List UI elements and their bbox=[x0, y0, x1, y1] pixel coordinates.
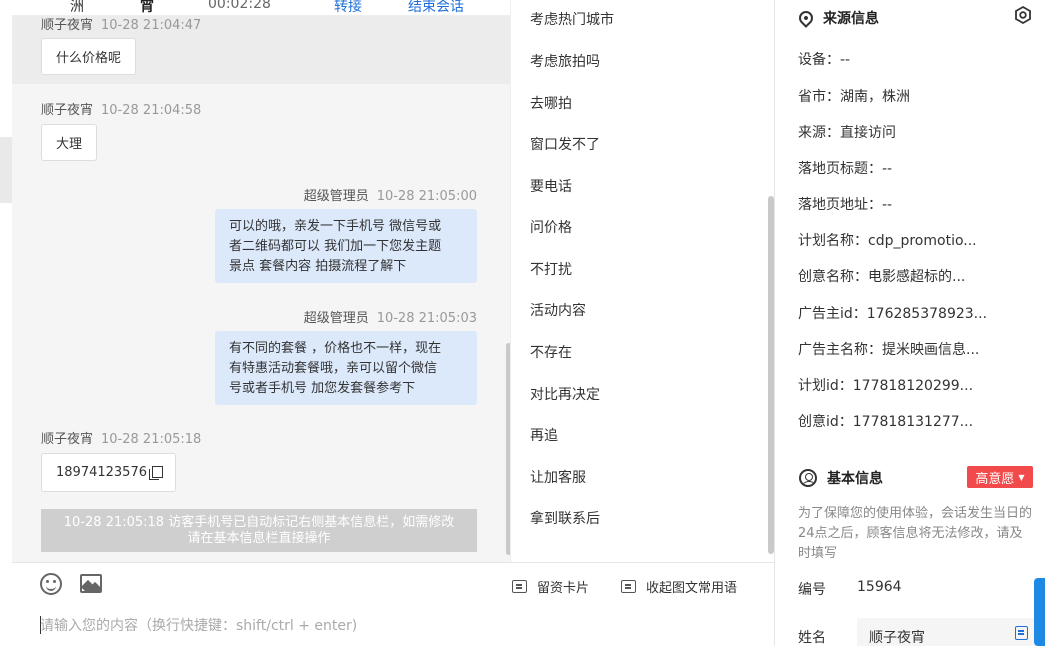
message-meta: 顺子夜宵 10-28 21:04:47 bbox=[41, 14, 201, 33]
floating-side-tab[interactable] bbox=[1034, 578, 1045, 646]
sender-name: 顺子夜宵 bbox=[41, 103, 94, 118]
quick-reply-item[interactable]: 对比再决定 bbox=[530, 384, 600, 404]
chat-panel: 洲 宵 00:02:28 转接 结束会话 顺子夜宵 10-28 21:04:47 … bbox=[12, 0, 510, 562]
left-edge-strip bbox=[0, 0, 12, 646]
message-line: 号或者手机号 加您发套餐参考下 bbox=[229, 381, 416, 396]
session-duration: 00:02:28 bbox=[208, 0, 271, 12]
info-row-plan-id: 计划id：177818120299... bbox=[798, 378, 974, 394]
message-line: 有不同的套餐 ，价格也不一样，现在 bbox=[229, 341, 442, 356]
sender-name: 超级管理员 bbox=[303, 311, 369, 326]
sender-name: 顺子夜宵 bbox=[41, 18, 94, 33]
quick-reply-item[interactable]: 不存在 bbox=[530, 342, 572, 362]
agent-message-bubble: 可以的哦，亲发一下手机号 微信号或 者二维码都可以 我们加一下您发主题 景点 套… bbox=[215, 209, 477, 283]
lead-card-label: 留资卡片 bbox=[537, 581, 590, 596]
copy-icon[interactable] bbox=[148, 466, 163, 480]
user-icon bbox=[799, 469, 817, 487]
text-caret bbox=[40, 616, 41, 634]
id-label: 编号 bbox=[798, 582, 826, 598]
name-field[interactable]: 顺子夜宵 bbox=[857, 618, 1037, 646]
quick-reply-item[interactable]: 去哪拍 bbox=[530, 93, 572, 113]
message-line: 有特惠活动套餐哦，亲可以留个微信 bbox=[229, 361, 438, 376]
quick-reply-item[interactable]: 问价格 bbox=[530, 217, 572, 237]
info-row-advertiser-name: 广告主名称：提米映画信息... bbox=[798, 342, 980, 358]
info-row-creative-name: 创意名称：电影感超标的... bbox=[798, 269, 966, 285]
card-icon bbox=[621, 580, 636, 593]
collapse-phrases-label: 收起图文常用语 bbox=[646, 581, 738, 596]
id-value: 15964 bbox=[857, 579, 902, 595]
emoji-icon[interactable] bbox=[40, 573, 62, 595]
section-title-text: 来源信息 bbox=[823, 11, 879, 27]
customer-info-panel: 来源信息 设备：-- 省市：湖南，株洲 来源：直接访问 落地页标题：-- 落地页… bbox=[774, 0, 1045, 646]
quick-reply-item[interactable]: 考虑热门城市 bbox=[530, 9, 614, 29]
info-row-region: 省市：湖南，株洲 bbox=[798, 89, 910, 105]
quick-reply-item[interactable]: 再追 bbox=[530, 425, 558, 445]
session-list-selection[interactable] bbox=[0, 137, 12, 203]
visitor-message-bubble: 大理 bbox=[41, 124, 98, 161]
basic-info-title: 基本信息 bbox=[799, 468, 883, 488]
info-row-advertiser-id: 广告主id：176285378923... bbox=[798, 306, 988, 322]
sender-name: 超级管理员 bbox=[303, 189, 369, 204]
quick-reply-list: 考虑热门城市 考虑旅拍吗 去哪拍 窗口发不了 要电话 问价格 不打扰 活动内容 … bbox=[510, 0, 774, 562]
card-icon bbox=[512, 580, 527, 593]
message-meta: 顺子夜宵 10-28 21:04:58 bbox=[41, 99, 201, 118]
message-composer: 留资卡片 收起图文常用语 bbox=[12, 562, 774, 646]
system-notice-line: 请在基本信息栏直接操作 bbox=[187, 531, 331, 546]
info-row-device: 设备：-- bbox=[798, 52, 851, 68]
collapse-phrases-button[interactable]: 收起图文常用语 bbox=[621, 577, 737, 596]
chat-workspace: 洲 宵 00:02:28 转接 结束会话 顺子夜宵 10-28 21:04:47 … bbox=[0, 0, 1045, 646]
quick-reply-item[interactable]: 考虑旅拍吗 bbox=[530, 51, 600, 71]
system-notice-line: 10-28 21:05:18 访客手机号已自动标记右侧基本信息栏，如需修改 bbox=[63, 515, 455, 530]
quick-reply-item[interactable]: 不打扰 bbox=[530, 259, 572, 279]
message-line: 可以的哦，亲发一下手机号 微信号或 bbox=[229, 219, 442, 234]
message-text: 什么价格呢 bbox=[56, 51, 122, 66]
message-line: 者二维码都可以 我们加一下您发主题 bbox=[229, 239, 442, 254]
intent-level-label: 高意愿 bbox=[975, 471, 1015, 487]
message-time: 10-28 21:04:47 bbox=[101, 18, 202, 33]
message-input[interactable] bbox=[40, 615, 760, 637]
lead-card-button[interactable]: 留资卡片 bbox=[512, 577, 589, 596]
message-time: 10-28 21:05:18 bbox=[101, 432, 202, 447]
transfer-link[interactable]: 转接 bbox=[334, 0, 362, 15]
info-row-landing-url: 落地页地址：-- bbox=[798, 197, 893, 213]
quick-reply-item[interactable]: 要电话 bbox=[530, 176, 572, 196]
end-session-link[interactable]: 结束会话 bbox=[408, 0, 464, 15]
image-icon[interactable] bbox=[80, 574, 102, 593]
quick-reply-item[interactable]: 窗口发不了 bbox=[530, 134, 600, 154]
visitor-message-bubble: 18974123576 bbox=[41, 453, 176, 492]
info-row-creative-id: 创意id：177818131277... bbox=[798, 414, 974, 430]
system-notice: 10-28 21:05:18 访客手机号已自动标记右侧基本信息栏，如需修改 请在… bbox=[41, 509, 477, 552]
settings-hex-icon[interactable] bbox=[1013, 5, 1033, 25]
edit-deadline-note: 为了保障您的使用体验，会话发生当日的24点之后，顾客信息将无法修改，请及时填写 bbox=[798, 506, 1033, 561]
message-time: 10-28 21:04:58 bbox=[101, 103, 202, 118]
agent-message-bubble: 有不同的套餐 ，价格也不一样，现在 有特惠活动套餐哦，亲可以留个微信 号或者手机… bbox=[215, 331, 477, 405]
caret-down-icon: ▼ bbox=[1018, 472, 1025, 482]
name-value: 顺子夜宵 bbox=[869, 630, 925, 646]
intent-level-dropdown[interactable]: 高意愿 ▼ bbox=[967, 466, 1033, 488]
info-row-landing-title: 落地页标题：-- bbox=[798, 161, 893, 177]
sender-name: 顺子夜宵 bbox=[41, 432, 94, 447]
quick-reply-item[interactable]: 拿到联系后 bbox=[530, 508, 600, 528]
message-meta: 顺子夜宵 10-28 21:05:18 bbox=[41, 428, 201, 447]
message-time: 10-28 21:05:03 bbox=[376, 311, 477, 326]
quick-reply-item[interactable]: 让加客服 bbox=[530, 467, 586, 487]
location-pin-icon bbox=[796, 8, 816, 28]
copy-icon[interactable] bbox=[1015, 626, 1028, 640]
message-text: 大理 bbox=[56, 137, 83, 152]
message-line: 景点 套餐内容 拍摄流程了解下 bbox=[229, 259, 407, 274]
message-time: 10-28 21:05:00 bbox=[376, 189, 477, 204]
message-meta: 超级管理员 10-28 21:05:00 bbox=[304, 185, 477, 204]
visitor-message-bubble: 什么价格呢 bbox=[41, 38, 137, 75]
message-text: 18974123576 bbox=[56, 465, 147, 480]
source-info-title: 来源信息 bbox=[796, 8, 879, 28]
info-row-plan-name: 计划名称：cdp_promotio... bbox=[798, 233, 977, 249]
message-meta: 超级管理员 10-28 21:05:03 bbox=[304, 307, 477, 326]
quick-reply-item[interactable]: 活动内容 bbox=[530, 300, 586, 320]
section-title-text: 基本信息 bbox=[827, 471, 883, 487]
name-label: 姓名 bbox=[798, 630, 826, 646]
info-row-source: 来源：直接访问 bbox=[798, 125, 896, 141]
